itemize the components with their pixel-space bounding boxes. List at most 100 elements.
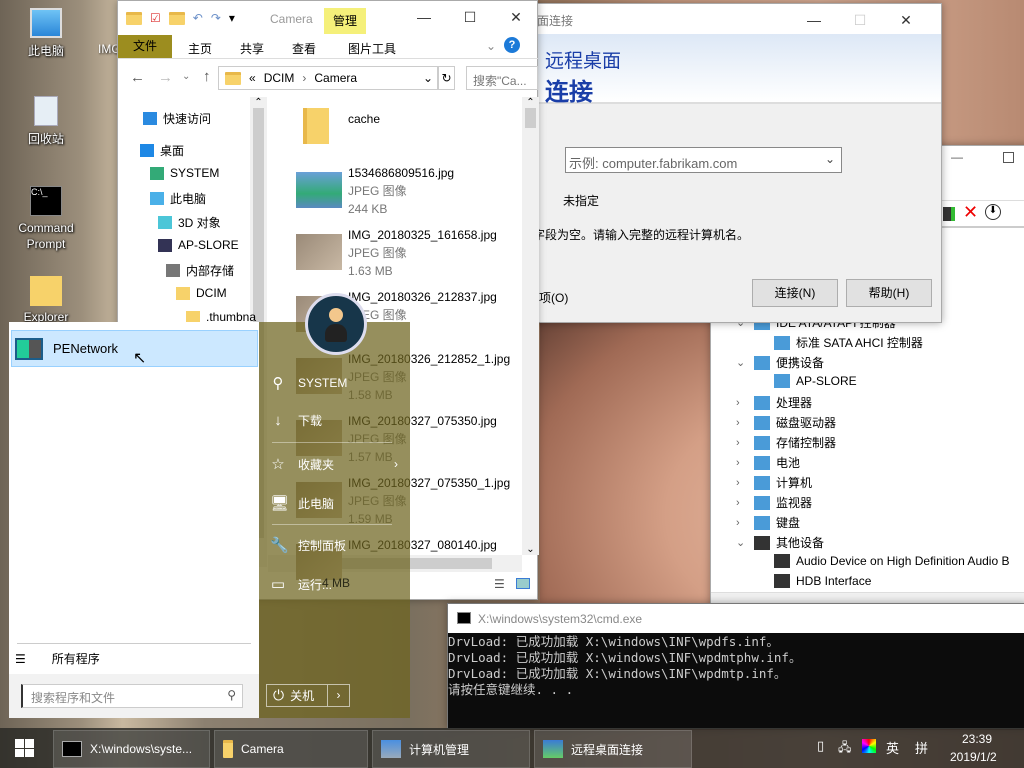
device-tree-item[interactable]: ⌄ 便携设备 [736, 354, 824, 371]
start-item[interactable]: ↓ 下载 [270, 412, 322, 429]
desktop-icon-this-pc[interactable]: 此电脑 [6, 8, 86, 59]
network-icon[interactable]: 🖧 [838, 738, 851, 759]
expand-ribbon-icon[interactable]: ⌄ [486, 39, 496, 53]
shutdown-options-arrow[interactable]: › [327, 685, 349, 706]
nav-item[interactable]: 桌面 [140, 142, 184, 159]
customize-icon[interactable]: ▾ [229, 11, 235, 25]
taskbar-cmd[interactable]: X:\windows\syste... [53, 730, 210, 768]
help-button[interactable]: 帮助(H) [846, 279, 932, 307]
expand-toggle[interactable]: › [736, 437, 748, 449]
desktop-icon-explorer[interactable]: Explorer [6, 276, 86, 324]
file-item[interactable]: IMG_20180325_161658.jpg JPEG 图像 1.63 MB [348, 226, 497, 280]
minimize-button[interactable]: — [791, 4, 837, 36]
file-item[interactable]: 1534686809516.jpg JPEG 图像 244 KB [348, 164, 454, 218]
user-avatar[interactable] [305, 293, 367, 355]
taskbar-explorer[interactable]: Camera [214, 730, 368, 768]
details-view-icon[interactable]: ☰ [494, 577, 505, 591]
maximize-button[interactable]: ☐ [447, 1, 493, 33]
expand-toggle[interactable]: › [736, 477, 748, 489]
start-item[interactable]: 🔧 控制面板 [270, 536, 346, 554]
all-programs-button[interactable]: ☰ 所有程序 [15, 650, 100, 667]
maximize-button[interactable]: ☐ [837, 4, 883, 36]
nav-item[interactable]: 内部存储 [166, 262, 234, 279]
thumbnail-view-icon[interactable] [516, 578, 530, 589]
tab-file[interactable]: 文件 [118, 35, 172, 58]
color-icon[interactable] [862, 739, 876, 753]
desktop-icon-recycle-bin[interactable]: 回收站 [6, 96, 86, 147]
context-tab-manage[interactable]: 管理 [324, 8, 366, 34]
desktop-icon-command-prompt[interactable]: C:\_ Command Prompt [6, 186, 86, 252]
search-input[interactable]: 搜索"Ca... [466, 66, 538, 90]
up-button[interactable]: ↑ [203, 68, 211, 85]
redo-icon[interactable]: ↷ [211, 11, 221, 25]
breadcrumb-camera[interactable]: Camera [314, 71, 357, 85]
tab-picture-tools[interactable]: 图片工具 [348, 40, 396, 57]
device-tree-item[interactable]: › 计算机 [736, 474, 812, 491]
start-item[interactable]: ⚲ SYSTEM [270, 374, 348, 392]
address-bar[interactable]: « DCIM › Camera ⌄ [218, 66, 438, 90]
content-scrollbar[interactable]: ⌃ ⌄ [522, 97, 539, 555]
device-tree-item[interactable]: Audio Device on High Definition Audio B [756, 554, 1009, 568]
start-button[interactable] [0, 728, 50, 768]
nav-item[interactable]: AP-SLORE [158, 238, 239, 252]
device-tree-item[interactable]: HDB Interface [756, 574, 871, 588]
device-tree-item[interactable]: 标准 SATA AHCI 控制器 [756, 334, 923, 351]
expand-toggle[interactable]: › [736, 457, 748, 469]
forward-button[interactable]: → [158, 69, 173, 86]
start-search-input[interactable]: 搜索程序和文件 ⚲ [21, 684, 243, 708]
close-button[interactable]: ✕ [493, 1, 539, 33]
close-button[interactable]: ✕ [883, 4, 929, 36]
ime-mode[interactable]: 拼 [915, 738, 928, 757]
file-item[interactable]: cache [348, 110, 380, 128]
tab-share[interactable]: 共享 [240, 40, 264, 57]
ime-language[interactable]: 英 [886, 738, 899, 757]
taskbar-remote-desktop[interactable]: 远程桌面连接 [534, 730, 692, 768]
usb-icon[interactable]: ▯ [817, 738, 824, 754]
expand-toggle[interactable]: › [736, 497, 748, 509]
console-output[interactable]: DrvLoad: 已成功加载 X:\windows\INF\wpdfs.inf。… [448, 634, 801, 698]
connect-button[interactable]: 连接(N) [752, 279, 838, 307]
download-icon[interactable]: ⬇ [985, 204, 1001, 220]
device-tree-item[interactable]: › 处理器 [736, 394, 812, 411]
clock-date[interactable]: 2019/1/2 [950, 750, 997, 764]
start-item[interactable]: ☆ 收藏夹 › [270, 455, 398, 473]
nav-item[interactable]: 快速访问 [143, 110, 211, 127]
device-tree-item[interactable]: › 键盘 [736, 514, 800, 531]
device-tree-item[interactable]: › 存储控制器 [736, 434, 836, 451]
tab-view[interactable]: 查看 [292, 40, 316, 57]
back-button[interactable]: ← [130, 69, 145, 86]
computer-combobox[interactable]: 示例: computer.fabrikam.com ⌄ [565, 147, 842, 173]
nav-item[interactable]: 3D 对象 [158, 214, 221, 231]
expand-toggle[interactable]: ⌄ [736, 356, 748, 369]
chevron-down-icon[interactable]: ⌄ [423, 71, 433, 85]
device-tree-item[interactable]: › 电池 [736, 454, 800, 471]
update-driver-icon[interactable] [943, 207, 955, 221]
properties-icon[interactable]: ☑ [150, 11, 161, 25]
device-tree-item[interactable]: AP-SLORE [756, 374, 857, 388]
tab-home[interactable]: 主页 [188, 40, 212, 57]
maximize-button[interactable] [1003, 152, 1014, 163]
recent-dropdown[interactable]: ⌄ [182, 71, 190, 82]
minimize-button[interactable]: — [951, 150, 963, 164]
refresh-button[interactable]: ↻ [438, 66, 455, 90]
new-folder-icon[interactable] [168, 11, 185, 25]
nav-item[interactable]: 此电脑 [150, 190, 206, 207]
expand-toggle[interactable]: ⌄ [736, 536, 748, 549]
breadcrumb-dcim[interactable]: DCIM [264, 71, 295, 85]
minimize-button[interactable]: — [401, 1, 447, 33]
nav-item[interactable]: DCIM [176, 286, 227, 300]
expand-toggle[interactable]: › [736, 397, 748, 409]
start-item[interactable]: 🖥 此电脑 [270, 494, 334, 512]
clock-time[interactable]: 23:39 [960, 732, 994, 746]
help-icon[interactable]: ? [504, 37, 520, 53]
file-item[interactable]: IMG_20180326_212837.jpg JPEG 图像 [348, 288, 497, 324]
taskbar-computer-management[interactable]: 计算机管理 [372, 730, 530, 768]
device-tree-item[interactable]: › 监视器 [736, 494, 812, 511]
expand-toggle[interactable]: › [736, 517, 748, 529]
device-tree-item[interactable]: › 磁盘驱动器 [736, 414, 836, 431]
device-tree-item[interactable]: ⌄ 其他设备 [736, 534, 824, 551]
nav-item[interactable]: SYSTEM [150, 166, 219, 180]
shutdown-button[interactable]: ⏻ 关机 › [266, 684, 350, 707]
undo-icon[interactable]: ↶ [193, 11, 203, 25]
uninstall-icon[interactable]: ✕ [963, 202, 978, 223]
